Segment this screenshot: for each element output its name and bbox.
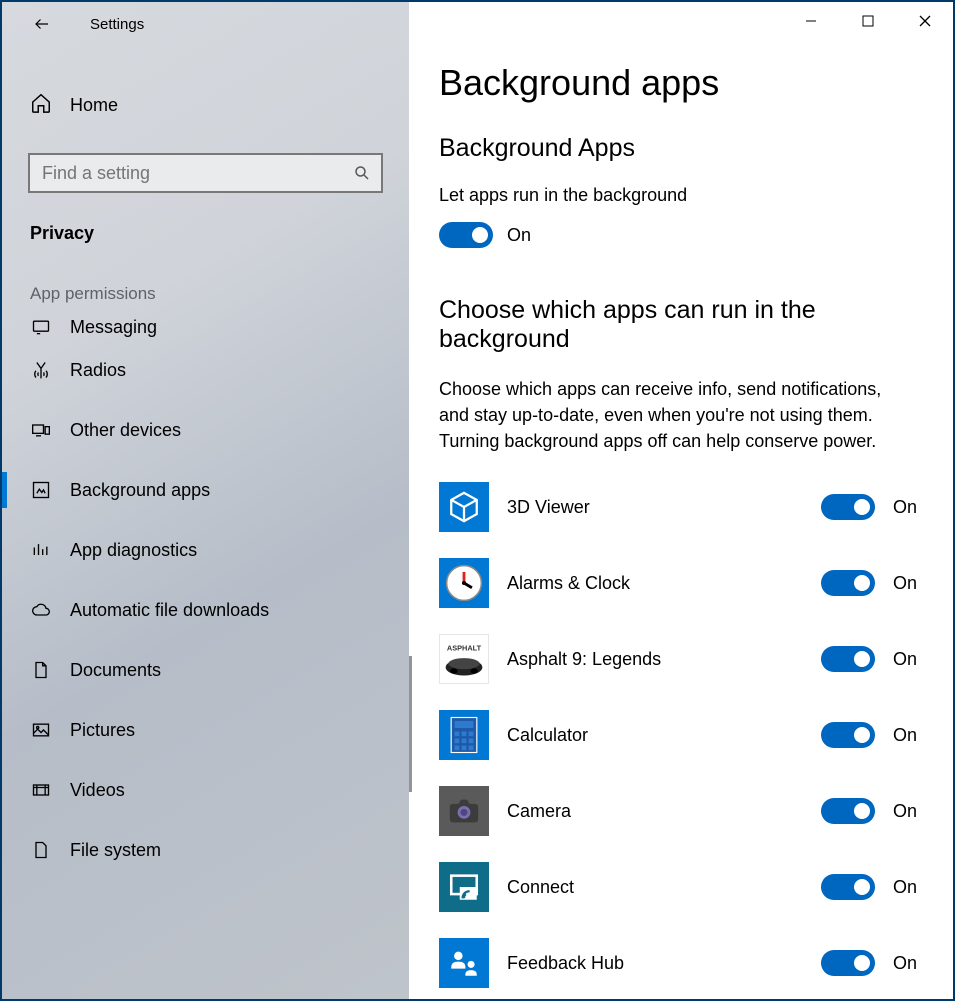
- app-toggle[interactable]: [821, 798, 875, 824]
- home-label: Home: [70, 95, 118, 116]
- app-toggle-state: On: [893, 725, 917, 746]
- master-toggle-label: Let apps run in the background: [439, 185, 917, 206]
- app-icon: [439, 710, 489, 760]
- app-toggle[interactable]: [821, 570, 875, 596]
- app-toggle-state: On: [893, 497, 917, 518]
- sidebar-item-radios[interactable]: Radios: [2, 340, 409, 400]
- sidebar-item-label: Documents: [70, 660, 161, 681]
- back-button[interactable]: [26, 8, 58, 40]
- sidebar-item-videos[interactable]: Videos: [2, 760, 409, 820]
- sidebar-item-label: Videos: [70, 780, 125, 801]
- app-row-connect: Connect On: [439, 862, 917, 912]
- app-toggle[interactable]: [821, 494, 875, 520]
- minimize-icon: [805, 15, 817, 27]
- app-toggle[interactable]: [821, 646, 875, 672]
- page-title: Background apps: [439, 62, 917, 104]
- sidebar-item-automatic-file-downloads[interactable]: Automatic file downloads: [2, 580, 409, 640]
- app-name: Asphalt 9: Legends: [507, 649, 821, 670]
- app-toggle[interactable]: [821, 950, 875, 976]
- sidebar-item-messaging[interactable]: Messaging: [2, 310, 409, 340]
- app-toggle-state: On: [893, 801, 917, 822]
- app-name: Camera: [507, 801, 821, 822]
- sidebar-item-other-devices[interactable]: Other devices: [2, 400, 409, 460]
- category-title: Privacy: [30, 223, 409, 244]
- home-nav[interactable]: Home: [2, 82, 409, 129]
- maximize-button[interactable]: [839, 2, 896, 40]
- app-name: Calculator: [507, 725, 821, 746]
- app-icon: [439, 786, 489, 836]
- window-controls: [782, 2, 953, 40]
- close-button[interactable]: [896, 2, 953, 40]
- app-row-feedback-hub: Feedback Hub On: [439, 938, 917, 988]
- sidebar-item-file-system[interactable]: File system: [2, 820, 409, 880]
- picture-icon: [30, 719, 52, 741]
- cloud-icon: [30, 599, 52, 621]
- app-toggle-state: On: [893, 573, 917, 594]
- minimize-button[interactable]: [782, 2, 839, 40]
- sidebar-item-label: Background apps: [70, 480, 210, 501]
- app-name: Alarms & Clock: [507, 573, 821, 594]
- sidebar: Settings Home Privacy App permissions Me…: [2, 2, 409, 999]
- app-toggle[interactable]: [821, 722, 875, 748]
- sidebar-item-label: Other devices: [70, 420, 181, 441]
- sidebar-item-background-apps[interactable]: Background apps: [2, 460, 409, 520]
- app-name: 3D Viewer: [507, 497, 821, 518]
- content-pane: Background apps Background Apps Let apps…: [409, 2, 953, 999]
- devices-icon: [30, 419, 52, 441]
- section-label: App permissions: [30, 284, 409, 304]
- master-toggle-row: On: [439, 222, 917, 248]
- home-icon: [30, 92, 52, 119]
- app-icon: [439, 558, 489, 608]
- app-row-calculator: Calculator On: [439, 710, 917, 760]
- diagnostics-icon: [30, 539, 52, 561]
- app-toggle-state: On: [893, 877, 917, 898]
- app-row-camera: Camera On: [439, 786, 917, 836]
- maximize-icon: [862, 15, 874, 27]
- app-icon: ASPHALT: [439, 634, 489, 684]
- arrow-left-icon: [33, 15, 51, 33]
- close-icon: [919, 15, 931, 27]
- app-toggle-state: On: [893, 953, 917, 974]
- window-title: Settings: [90, 16, 144, 33]
- video-icon: [30, 779, 52, 801]
- sidebar-item-pictures[interactable]: Pictures: [2, 700, 409, 760]
- sidebar-item-label: Pictures: [70, 720, 135, 741]
- radio-icon: [30, 359, 52, 381]
- message-icon: [30, 316, 52, 338]
- app-icon: [439, 938, 489, 988]
- app-name: Feedback Hub: [507, 953, 821, 974]
- app-row-asphalt-9-legends: ASPHALT Asphalt 9: Legends On: [439, 634, 917, 684]
- bgapps-icon: [30, 479, 52, 501]
- app-icon: [439, 862, 489, 912]
- sidebar-item-label: Automatic file downloads: [70, 600, 269, 621]
- search-wrap: [28, 153, 383, 193]
- sidebar-item-label: Radios: [70, 360, 126, 381]
- sidebar-item-label: File system: [70, 840, 161, 861]
- master-toggle-state: On: [507, 225, 531, 246]
- app-name: Connect: [507, 877, 821, 898]
- sidebar-item-label: Messaging: [70, 317, 157, 338]
- master-toggle[interactable]: [439, 222, 493, 248]
- section-heading-2: Choose which apps can run in the backgro…: [439, 296, 917, 354]
- app-list: 3D Viewer On Alarms & Clock On ASPHALT Asphal…: [439, 482, 917, 988]
- search-input[interactable]: [28, 153, 383, 193]
- scrollbar-thumb[interactable]: [409, 656, 412, 792]
- titlebar: Settings: [2, 2, 409, 46]
- file-icon: [30, 839, 52, 861]
- app-icon: [439, 482, 489, 532]
- sidebar-item-label: App diagnostics: [70, 540, 197, 561]
- sidebar-item-documents[interactable]: Documents: [2, 640, 409, 700]
- section-description: Choose which apps can receive info, send…: [439, 376, 909, 454]
- document-icon: [30, 659, 52, 681]
- app-row-3d-viewer: 3D Viewer On: [439, 482, 917, 532]
- app-row-alarms-clock: Alarms & Clock On: [439, 558, 917, 608]
- svg-text:ASPHALT: ASPHALT: [447, 644, 482, 653]
- section-heading-1: Background Apps: [439, 134, 917, 163]
- nav-list: Messaging Radios Other devices Background a…: [2, 310, 409, 999]
- app-toggle[interactable]: [821, 874, 875, 900]
- sidebar-item-app-diagnostics[interactable]: App diagnostics: [2, 520, 409, 580]
- app-toggle-state: On: [893, 649, 917, 670]
